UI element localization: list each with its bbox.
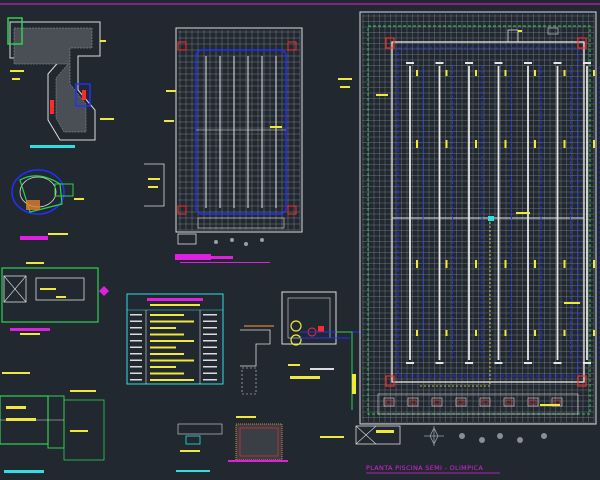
main-plan-title: PLANTA PISCINA SEMI - OLIMPICA [366,464,483,472]
valve-symbol-icon [318,326,324,332]
cad-drawing-canvas[interactable]: PLANTA PISCINA SEMI - OLIMPICA [0,0,600,480]
